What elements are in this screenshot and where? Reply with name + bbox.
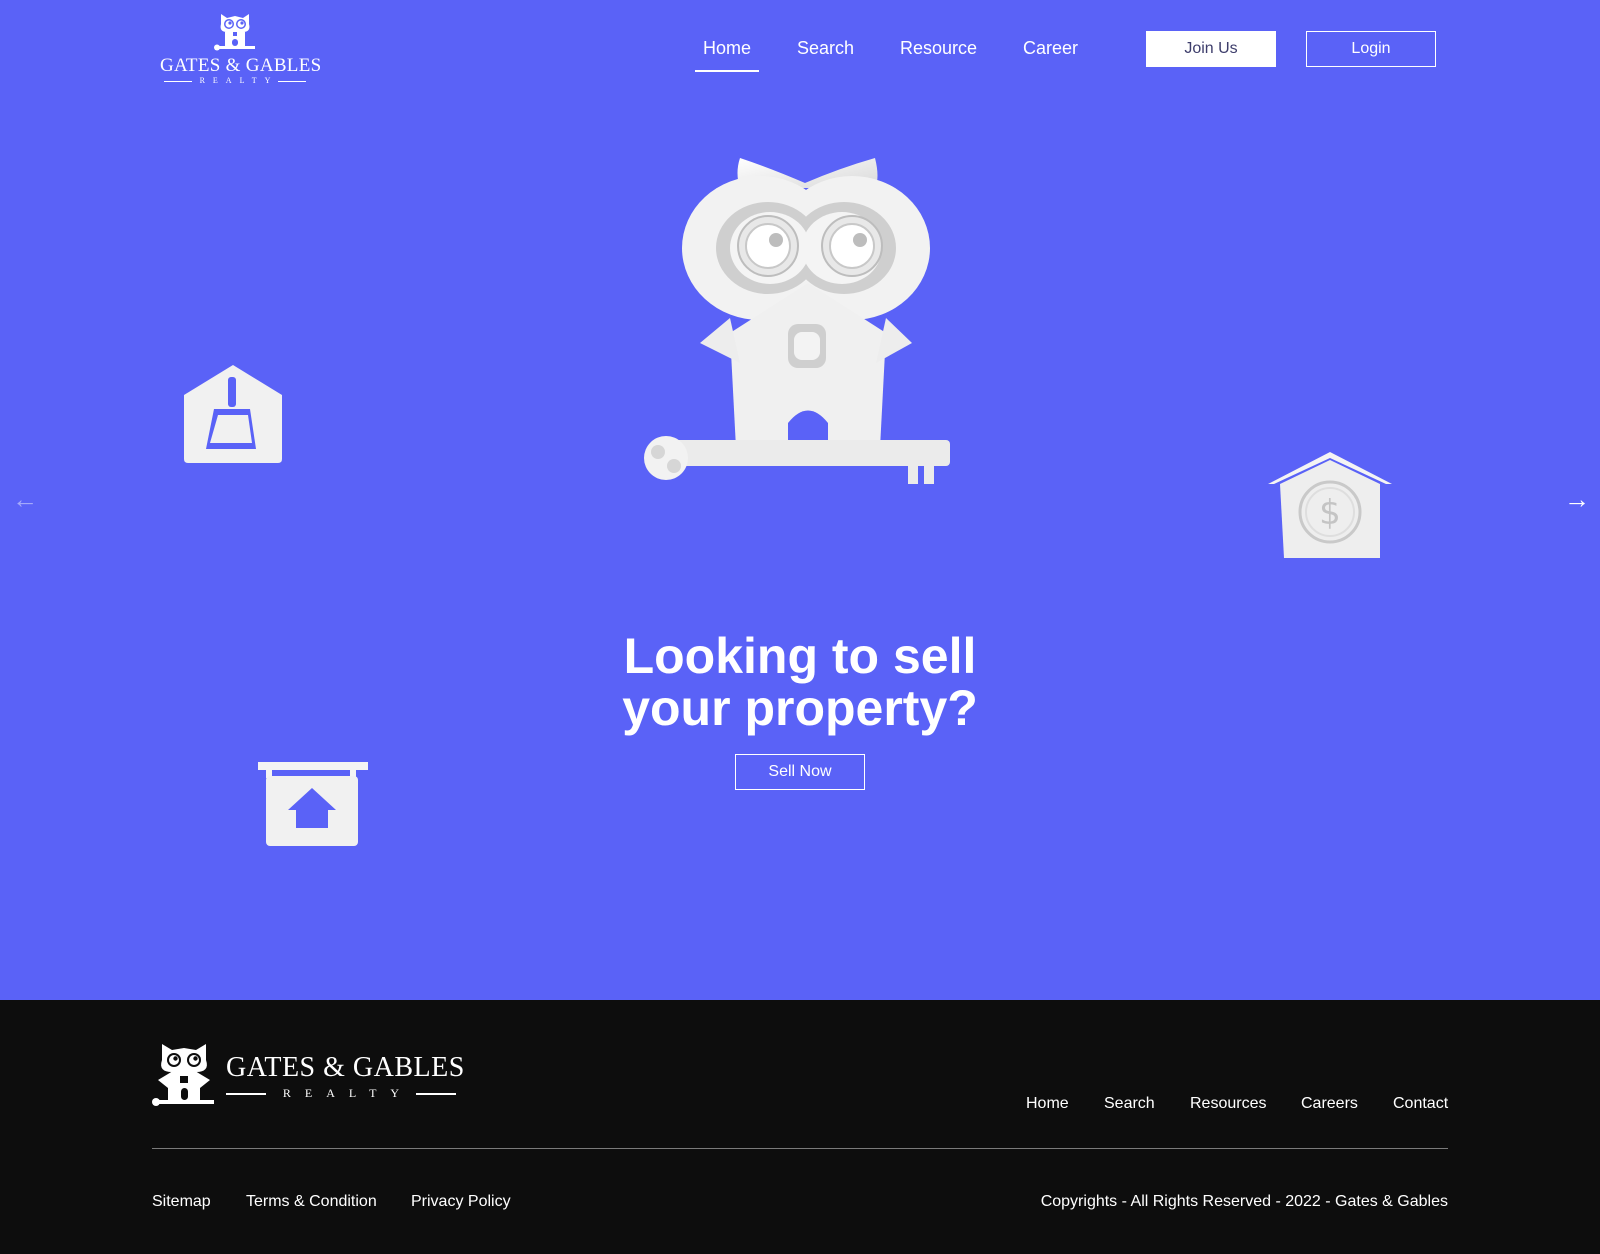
footer-link-privacy[interactable]: Privacy Policy [411, 1193, 511, 1211]
hero-title: Looking to sell your property? [480, 630, 1120, 734]
svg-text:$: $ [1319, 493, 1341, 533]
footer-brand-name: GATES & GABLES [226, 1052, 465, 1083]
footer-owl-logo-icon[interactable] [152, 1040, 216, 1110]
footer-nav-search[interactable]: Search [1104, 1095, 1155, 1113]
owl-logo-icon [214, 14, 255, 51]
nav-resource[interactable]: Resource [900, 38, 977, 59]
header-brand-sub: REALTY [160, 76, 310, 86]
footer-link-terms[interactable]: Terms & Condition [246, 1193, 377, 1211]
login-button[interactable]: Login [1306, 31, 1436, 67]
footer-nav-resources[interactable]: Resources [1190, 1095, 1266, 1113]
footer-nav-contact[interactable]: Contact [1393, 1095, 1448, 1113]
arrow-left-icon[interactable]: ← [12, 484, 38, 514]
nav-home[interactable]: Home [694, 38, 760, 72]
footer-brand-sub: REALTY [226, 1086, 456, 1101]
nav-career[interactable]: Career [1023, 38, 1078, 59]
owl-house-illustration [644, 158, 950, 484]
hero-section: GATES & GABLES REALTY Home Search Resour… [0, 0, 1600, 1000]
join-us-button[interactable]: Join Us [1146, 31, 1276, 67]
header-logo[interactable]: GATES & GABLES REALTY [160, 10, 322, 88]
cleaning-brush-icon [184, 365, 282, 463]
nav-search[interactable]: Search [797, 38, 854, 59]
arrow-right-icon[interactable]: → [1564, 484, 1590, 514]
footer-nav-home[interactable]: Home [1026, 1095, 1069, 1113]
dollar-house-icon: $ [1268, 452, 1392, 558]
hero-title-line-2: your property? [622, 680, 978, 736]
footer-nav-careers[interactable]: Careers [1301, 1095, 1358, 1113]
header-brand-name: GATES & GABLES [160, 55, 322, 76]
footer-divider [152, 1148, 1448, 1149]
footer: GATES & GABLES REALTY Home Search Resour… [0, 1000, 1600, 1254]
hero-title-line-1: Looking to sell [623, 628, 977, 684]
footer-copyright: Copyrights - All Rights Reserved - 2022 … [1040, 1193, 1448, 1210]
house-sign-icon [258, 762, 368, 846]
footer-link-sitemap[interactable]: Sitemap [152, 1193, 211, 1211]
sell-now-button[interactable]: Sell Now [735, 754, 865, 790]
